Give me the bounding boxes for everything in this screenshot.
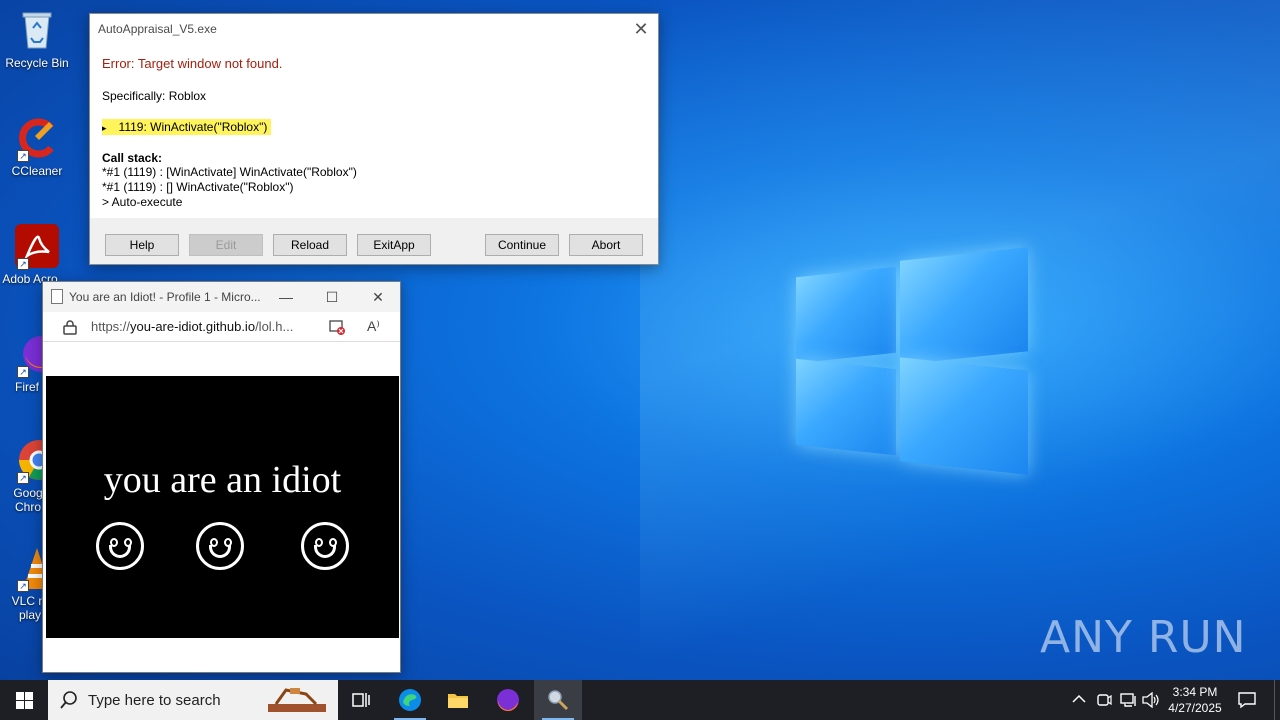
windows-start-icon [16, 692, 33, 709]
smiley-icon [196, 522, 244, 570]
desktop-icon-ccleaner[interactable]: ↗ CCleaner [0, 116, 74, 178]
close-icon[interactable]: ✕ [363, 286, 393, 308]
taskbar-search-box[interactable]: Type here to search [48, 680, 338, 720]
url-text[interactable]: https://you-are-idiot.github.io/lol.h... [91, 319, 293, 334]
recycle-bin-icon [15, 8, 59, 52]
url-prefix: https:// [91, 319, 131, 334]
edge-browser-window: You are an Idiot! - Profile 1 - Micro...… [42, 281, 401, 673]
taskbar-file-explorer-button[interactable] [434, 680, 482, 720]
folder-icon [448, 694, 468, 708]
task-view-button[interactable] [338, 680, 386, 720]
taskbar: Type here to search 3:34 PM 4/27/2025 [0, 680, 1280, 720]
task-view-icon [352, 693, 370, 707]
dialog-body: Error: Target window not found. Specific… [102, 56, 648, 210]
error-line: ▸ 1119: WinActivate("Roblox") [102, 119, 648, 135]
continue-button[interactable]: Continue [485, 234, 559, 256]
desktop-icon-label: Recycle Bin [5, 56, 69, 70]
desktop-icon-label: CCleaner [11, 164, 63, 178]
taskbar-firefox-button[interactable] [484, 680, 532, 720]
search-placeholder: Type here to search [88, 692, 221, 709]
desktop-icon-adobe-acrobat[interactable]: ↗ Adob Acro [0, 224, 74, 286]
url-host: you-are-idiot.github.io [130, 319, 256, 334]
dialog-button-bar: Help Edit Reload ExitApp Continue Abort [90, 218, 658, 264]
browser-title-bar: You are an Idiot! - Profile 1 - Micro...… [43, 282, 400, 312]
error-dialog: AutoAppraisal_V5.exe ✕ Error: Target win… [89, 13, 659, 265]
clock-time: 3:34 PM [1172, 685, 1218, 699]
adobe-acrobat-icon: ↗ [15, 224, 59, 270]
search-icon [60, 691, 77, 709]
search-highlight-image-icon [268, 688, 326, 712]
callstack-list: *#1 (1119) : [WinActivate] WinActivate("… [102, 165, 648, 210]
shortcut-arrow-icon: ↗ [17, 580, 29, 592]
page-heading: you are an idiot [103, 459, 342, 501]
windows-logo-wallpaper [796, 242, 1028, 478]
taskbar-clock[interactable]: 3:34 PM 4/27/2025 [1158, 684, 1232, 716]
error-message: Error: Target window not found. [102, 56, 283, 71]
help-button[interactable]: Help [105, 234, 179, 256]
shortcut-arrow-icon: ↗ [17, 472, 29, 484]
smiley-icon [301, 522, 349, 570]
shortcut-arrow-icon: ↗ [17, 258, 29, 270]
abort-button[interactable]: Abort [569, 234, 643, 256]
callstack-entry: > Auto-execute [102, 195, 183, 209]
error-specifically: Specifically: Roblox [102, 89, 207, 103]
blocked-popup-icon[interactable] [329, 320, 345, 335]
address-bar[interactable]: https://you-are-idiot.github.io/lol.h...… [43, 312, 400, 342]
ccleaner-icon: ↗ [15, 116, 59, 162]
callstack-entry: *#1 (1119) : [WinActivate] WinActivate("… [102, 165, 357, 179]
shortcut-arrow-icon: ↗ [17, 366, 29, 378]
error-line-text: 1119: WinActivate("Roblox") [118, 120, 268, 134]
close-icon[interactable]: ✕ [630, 18, 652, 40]
start-button[interactable] [0, 680, 48, 720]
desktop-icon-recycle-bin[interactable]: Recycle Bin [0, 8, 74, 70]
reload-button[interactable]: Reload [273, 234, 347, 256]
callstack-entry: *#1 (1119) : [] WinActivate("Roblox") [102, 180, 294, 194]
callstack-title: Call stack: [102, 151, 163, 165]
line-marker-icon: ▸ [102, 123, 107, 133]
edge-icon [399, 689, 421, 711]
dialog-title: AutoAppraisal_V5.exe [98, 22, 217, 36]
taskbar-edge-button[interactable] [386, 680, 434, 720]
page-icon [51, 289, 63, 304]
clock-date: 4/27/2025 [1168, 701, 1222, 715]
lock-icon[interactable] [63, 320, 77, 335]
smiley-icon [96, 522, 144, 570]
magnifier-icon [548, 690, 569, 711]
taskbar-autohotkey-button[interactable] [534, 680, 582, 720]
read-aloud-icon[interactable]: A⁾ [367, 318, 380, 335]
show-desktop-button[interactable] [1274, 680, 1280, 720]
page-content: you are an idiot [46, 376, 399, 638]
edit-button: Edit [189, 234, 263, 256]
exitapp-button[interactable]: ExitApp [357, 234, 431, 256]
maximize-icon[interactable]: ☐ [317, 286, 347, 308]
anyrun-watermark: ANY RUN [1040, 612, 1247, 663]
browser-tab-title[interactable]: You are an Idiot! - Profile 1 - Micro... [69, 290, 261, 304]
shortcut-arrow-icon: ↗ [17, 150, 29, 162]
url-path: /lol.h... [255, 319, 294, 334]
minimize-icon[interactable]: — [271, 286, 301, 308]
firefox-icon [497, 689, 519, 712]
